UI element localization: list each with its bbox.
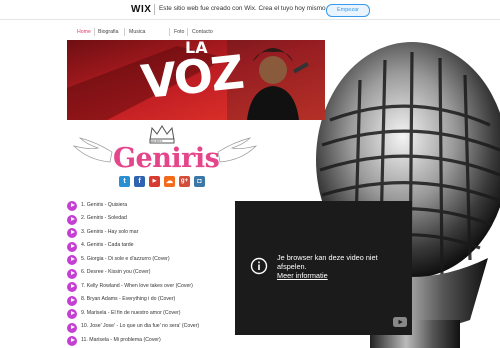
playlist-item[interactable]: 1. Geniris - Quisiera xyxy=(67,200,227,211)
play-icon[interactable] xyxy=(67,282,77,292)
playlist-item-label: 7. Kelly Rowland - When love takes over … xyxy=(81,282,193,289)
playlist-item[interactable]: 2. Geniris - Soledad xyxy=(67,214,227,225)
playlist-item[interactable]: 7. Kelly Rowland - When love takes over … xyxy=(67,281,227,292)
nav-divider xyxy=(187,28,188,36)
empezar-button[interactable]: Empezar xyxy=(326,4,370,17)
brand-logo: Geniris xyxy=(113,143,220,174)
play-icon[interactable] xyxy=(67,201,77,211)
playlist-item-label: 2. Geniris - Soledad xyxy=(81,215,127,221)
playlist-item-label: 5. Giorgia - Di sole e d'azzurro (Cover) xyxy=(81,255,170,262)
play-icon[interactable] xyxy=(67,322,77,333)
wix-message: Este sitio web fue creado con Wix. Crea … xyxy=(159,5,328,12)
nav-item-contacto[interactable]: Contacto xyxy=(192,26,213,38)
playlist-item[interactable]: 3. Geniris - Hay solo mar xyxy=(67,227,227,238)
playlist-item[interactable]: 8. Bryan Adams - Everything i do (Cover) xyxy=(67,295,227,306)
instagram-icon[interactable]: ◘ xyxy=(194,176,205,187)
twitter-icon[interactable]: t xyxy=(119,176,130,187)
video-player[interactable]: Je browser kan deze video niet afspelen.… xyxy=(235,201,412,335)
playlist-item-label: 9. Marisela - El fin de nuestro amor (Co… xyxy=(81,309,181,316)
nav-item-biografia[interactable]: Biografia xyxy=(98,26,118,38)
nav-item-musica-video[interactable]: Musica & Video xyxy=(129,26,145,59)
wix-logo[interactable]: WIX xyxy=(131,4,151,15)
play-icon[interactable] xyxy=(67,214,77,225)
playlist-item-label: 3. Geniris - Hay solo mar xyxy=(81,228,139,235)
play-icon[interactable] xyxy=(67,268,77,279)
playlist-item-label: 4. Geniris - Cada tarde xyxy=(81,242,134,248)
playlist-item[interactable]: 10. Jose' Jose' - Lo que un dia fue' no … xyxy=(67,322,227,333)
youtube-icon[interactable]: ▶ xyxy=(149,176,160,187)
play-icon[interactable] xyxy=(67,228,77,238)
wix-divider xyxy=(154,4,155,15)
facebook-icon[interactable]: f xyxy=(134,176,145,187)
play-icon[interactable] xyxy=(67,241,77,252)
info-icon xyxy=(250,257,268,275)
youtube-logo-icon[interactable] xyxy=(393,317,407,327)
playlist-item[interactable]: 9. Marisela - El fin de nuestro amor (Co… xyxy=(67,308,227,319)
nav-item-foto[interactable]: Foto xyxy=(174,26,184,38)
playlist-item[interactable]: 11. Marisela - Mi problema (Cover) xyxy=(67,335,227,346)
playlist-item-label: 1. Geniris - Quisiera xyxy=(81,201,128,208)
nav-item-home[interactable]: Home xyxy=(77,26,91,38)
playlist-item[interactable]: 5. Giorgia - Di sole e d'azzurro (Cover) xyxy=(67,254,227,265)
play-icon[interactable] xyxy=(67,255,77,265)
banner-la-text: LA xyxy=(185,40,208,57)
playlist-item-label: 10. Jose' Jose' - Lo que un dia fue' no … xyxy=(81,323,200,329)
playlist-item-label: 11. Marisela - Mi problema (Cover) xyxy=(81,336,161,343)
wix-banner: WIX Este sitio web fue creado con Wix. C… xyxy=(0,0,500,20)
soundcloud-icon[interactable]: ☁ xyxy=(164,176,175,187)
playlist-item-label: 6. Desree - Kissin you (Cover) xyxy=(81,269,151,275)
nav-divider xyxy=(169,28,170,36)
video-error-message: Je browser kan deze video niet afspelen. xyxy=(277,253,378,271)
more-info-link[interactable]: Meer informatie xyxy=(277,271,328,280)
playlist-item[interactable]: 4. Geniris - Cada tarde xyxy=(67,241,227,252)
nav-divider xyxy=(124,28,125,36)
googleplus-icon[interactable]: g+ xyxy=(179,176,190,187)
playlist-item-label: 8. Bryan Adams - Everything i do (Cover) xyxy=(81,296,176,302)
play-icon[interactable] xyxy=(67,336,77,346)
la-voz-banner: VOZ LA xyxy=(67,40,325,120)
playlist-item[interactable]: 6. Desree - Kissin you (Cover) xyxy=(67,268,227,279)
nav-divider xyxy=(94,28,95,36)
play-icon[interactable] xyxy=(67,309,77,319)
play-icon[interactable] xyxy=(67,295,77,306)
